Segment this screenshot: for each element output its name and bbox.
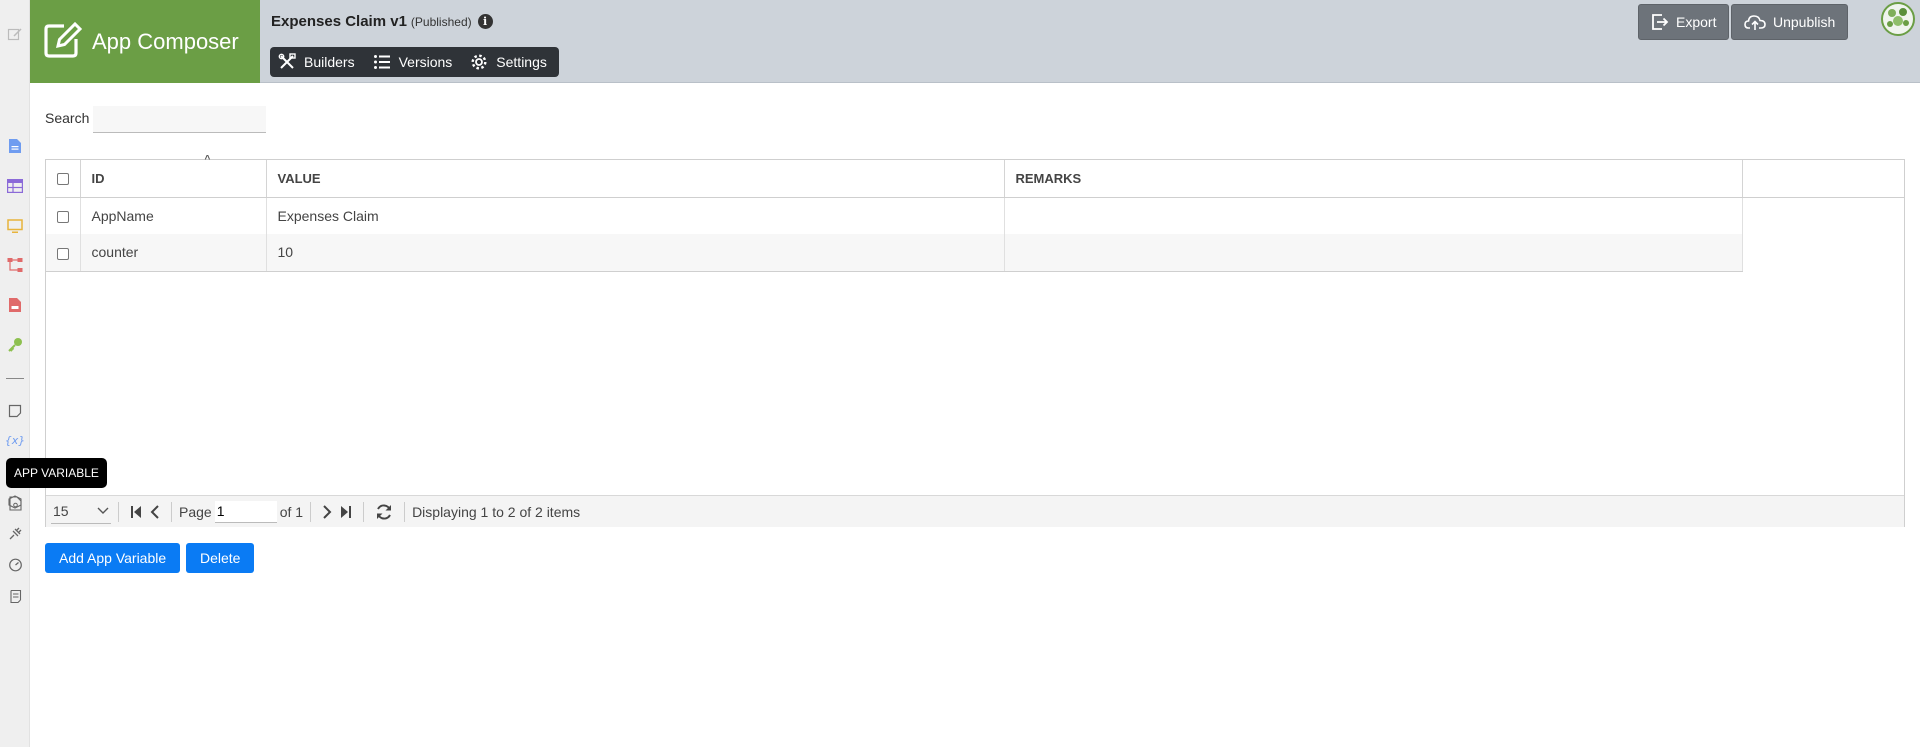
- edit-icon[interactable]: [7, 26, 23, 42]
- builders-button[interactable]: Builders: [278, 53, 355, 71]
- left-sidebar: {x} APP VARIABLE: [0, 0, 107, 747]
- app-title: Expenses Claim v1: [271, 13, 407, 30]
- performance-icon[interactable]: [7, 557, 23, 573]
- pager-display-text: Displaying 1 to 2 of 2 items: [412, 503, 581, 520]
- table-row[interactable]: counter 10: [46, 234, 1904, 272]
- delete-button[interactable]: Delete: [186, 543, 255, 573]
- cloud-upload-icon: [1744, 15, 1766, 30]
- pager-separator: [118, 501, 119, 522]
- page-size-select[interactable]: 15: [51, 500, 111, 524]
- column-header-extra: [1742, 160, 1904, 198]
- app-variable-icon[interactable]: {x}: [5, 432, 26, 448]
- export-icon: [1652, 14, 1669, 30]
- logs-icon[interactable]: [7, 588, 23, 604]
- versions-label: Versions: [398, 54, 453, 70]
- first-page-icon[interactable]: [130, 504, 142, 520]
- pager-separator: [404, 501, 406, 522]
- app-status: (Published): [410, 15, 472, 29]
- search-label: Search: [45, 110, 90, 126]
- cell-id[interactable]: counter: [80, 234, 267, 272]
- plugin-icon[interactable]: [7, 526, 23, 542]
- app-title-block: Expenses Claim v1 (Published) i: [271, 13, 493, 30]
- unpublish-label: Unpublish: [1773, 14, 1836, 30]
- column-header-value[interactable]: VALUE: [266, 160, 1005, 198]
- pager: 15 Page of 1 Displaying 1 to 2 of 2 item…: [46, 495, 1904, 527]
- settings-button[interactable]: Settings: [470, 53, 547, 71]
- chevron-down-icon: [97, 507, 109, 514]
- info-icon[interactable]: i: [477, 14, 493, 29]
- list-icon[interactable]: [7, 178, 23, 194]
- note-icon[interactable]: [7, 403, 23, 419]
- cell-extra: [1742, 197, 1904, 234]
- brand-title: App Composer: [92, 28, 239, 54]
- top-bar: Expenses Claim v1 (Published) i Builders V…: [260, 0, 1920, 83]
- builder-nav: Builders Versions Settings: [270, 47, 559, 77]
- row-checkbox[interactable]: [56, 211, 69, 224]
- cell-remarks[interactable]: [1004, 197, 1743, 234]
- cell-value[interactable]: 10: [266, 234, 1005, 272]
- select-all-checkbox[interactable]: [56, 173, 69, 186]
- page-of-label: of 1: [279, 503, 304, 520]
- add-app-variable-button[interactable]: Add App Variable: [45, 543, 181, 573]
- pager-separator: [363, 501, 365, 522]
- page-label: Page: [179, 503, 212, 520]
- report-icon[interactable]: [7, 297, 23, 313]
- resource-icon[interactable]: [7, 495, 23, 511]
- export-label: Export: [1676, 14, 1717, 30]
- versions-button[interactable]: Versions: [373, 53, 453, 71]
- sort-caret-icon: ^: [204, 154, 211, 165]
- page-number-input[interactable]: [214, 500, 277, 523]
- search-input[interactable]: [93, 106, 266, 133]
- refresh-icon[interactable]: [375, 503, 393, 521]
- row-checkbox[interactable]: [56, 247, 69, 260]
- form-icon[interactable]: [7, 138, 23, 154]
- pager-separator: [310, 501, 312, 522]
- column-header-remarks[interactable]: REMARKS: [1004, 160, 1743, 198]
- select-all-header: [46, 160, 81, 198]
- last-page-icon[interactable]: [340, 504, 352, 520]
- prev-page-icon[interactable]: [150, 504, 160, 520]
- gear-icon: [471, 54, 487, 70]
- process-icon[interactable]: [7, 257, 23, 273]
- userview-icon[interactable]: [7, 218, 23, 234]
- settings-label: Settings: [496, 54, 547, 70]
- column-header-id[interactable]: ^ ID: [80, 154, 267, 198]
- row-select-cell: [46, 234, 81, 272]
- sidebar-divider: [6, 378, 24, 379]
- unpublish-button[interactable]: Unpublish: [1731, 4, 1849, 40]
- app-variable-table: ^ ID VALUE REMARKS AppName Expenses Claim…: [45, 154, 1905, 527]
- tools-icon: [278, 53, 296, 69]
- next-page-icon[interactable]: [322, 504, 332, 520]
- cell-value[interactable]: Expenses Claim: [266, 197, 1005, 234]
- builders-label: Builders: [304, 54, 355, 70]
- key-icon[interactable]: [7, 337, 23, 353]
- export-button[interactable]: Export: [1638, 4, 1730, 40]
- list-icon: [373, 55, 390, 69]
- app-composer-brand[interactable]: App Composer: [30, 0, 260, 83]
- table-header-row: ^ ID VALUE REMARKS: [46, 154, 1904, 198]
- table-row[interactable]: AppName Expenses Claim: [46, 197, 1904, 234]
- pager-separator: [171, 501, 172, 522]
- sidebar-tooltip: APP VARIABLE: [6, 458, 107, 488]
- cell-id[interactable]: AppName: [80, 197, 267, 234]
- edit-square-icon: [44, 21, 83, 62]
- row-select-cell: [46, 197, 81, 234]
- page-size-value: 15: [53, 503, 69, 519]
- cell-remarks[interactable]: [1004, 234, 1743, 272]
- avatar[interactable]: [1881, 2, 1915, 36]
- cell-extra: [1742, 234, 1904, 271]
